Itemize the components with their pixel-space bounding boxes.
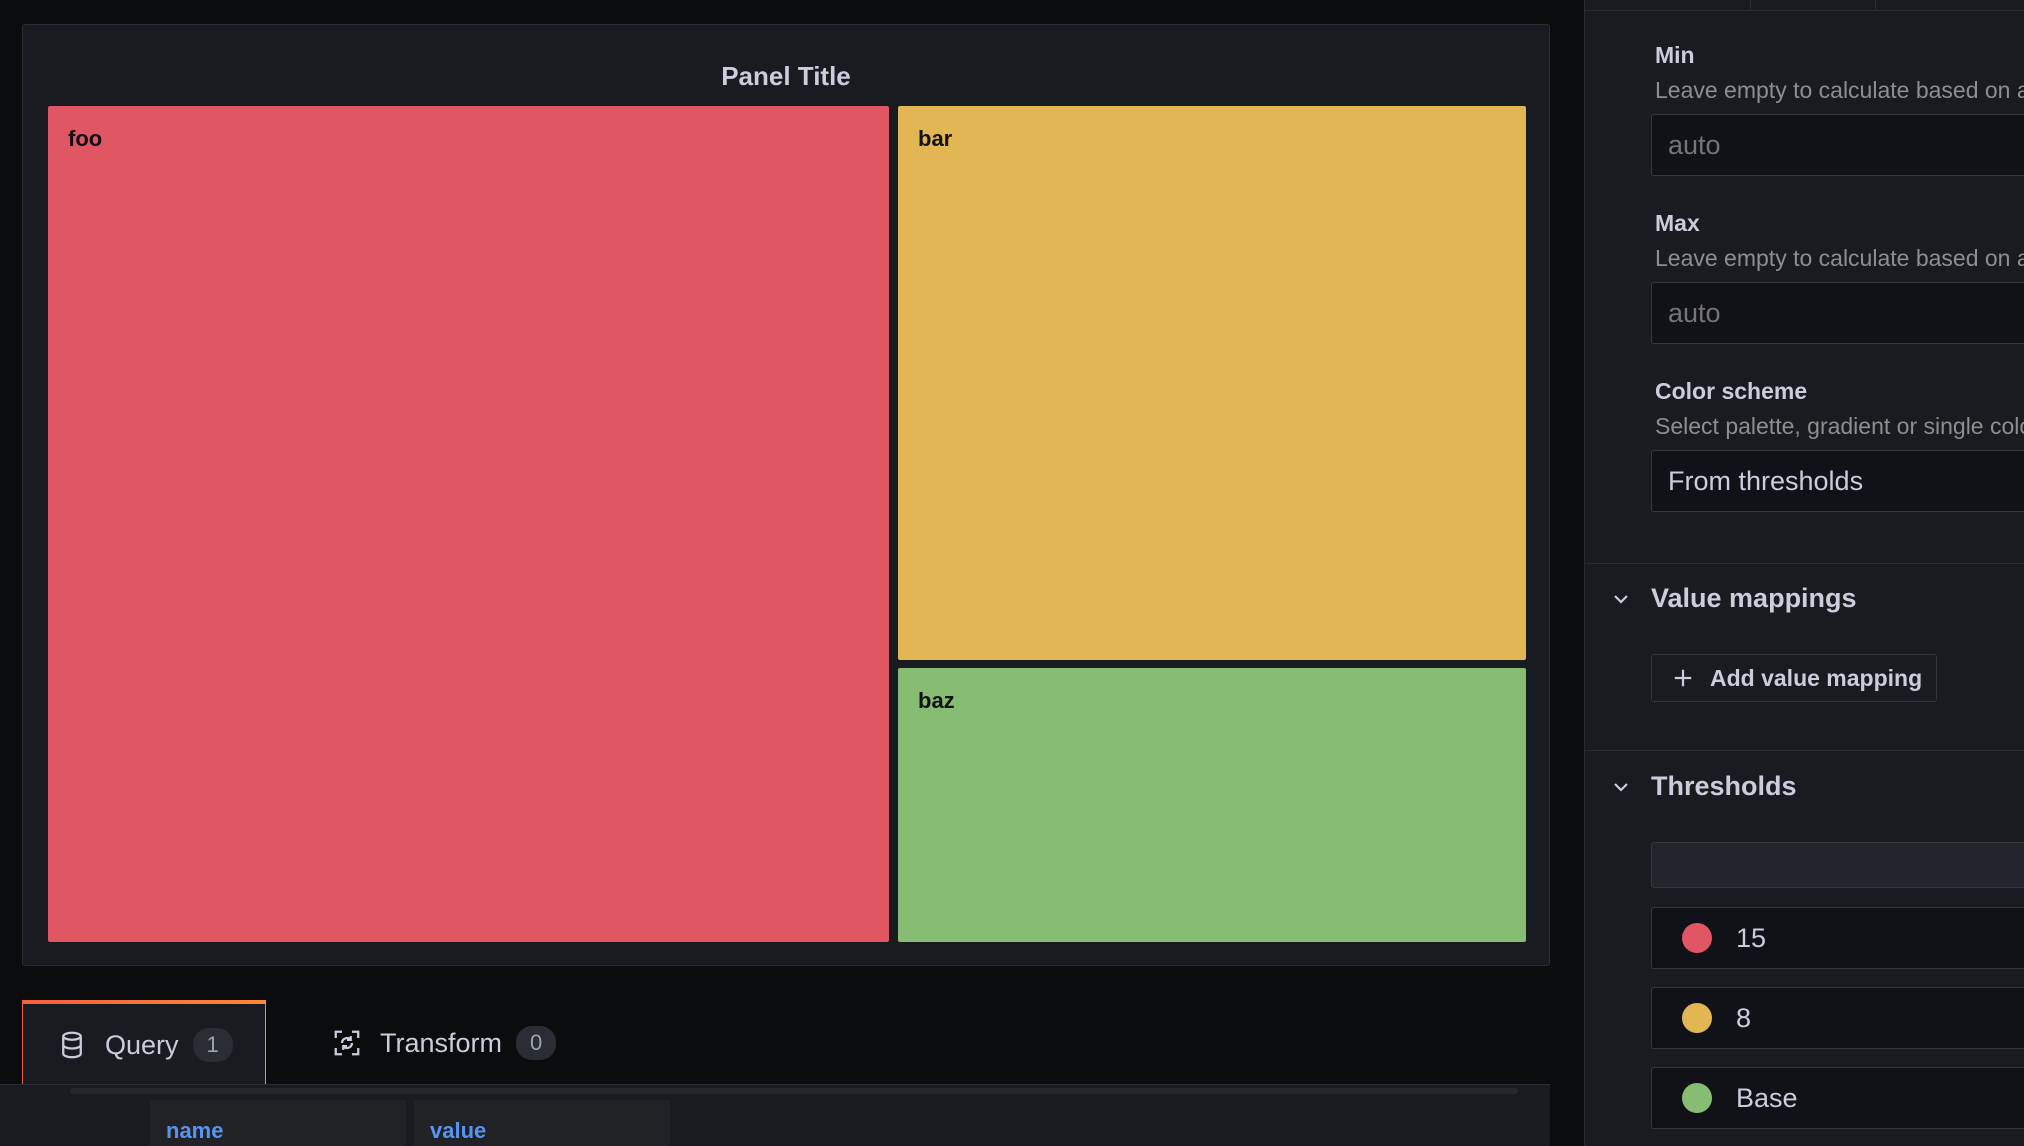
value-mappings-header[interactable]: Value mappings — [1609, 583, 1857, 614]
chevron-down-icon — [1609, 775, 1633, 799]
treemap: foo bar baz — [48, 106, 1526, 942]
table-column-header-name[interactable]: name — [150, 1100, 406, 1146]
options-pane: Min Leave empty to calculate based on al… — [1584, 0, 2024, 1146]
chevron-down-icon — [1609, 587, 1633, 611]
options-pane-header — [1585, 0, 2024, 11]
treemap-tile-foo[interactable]: foo — [48, 106, 889, 942]
treemap-tile-bar[interactable]: bar — [898, 106, 1526, 660]
threshold-value[interactable]: 8 — [1736, 1003, 1751, 1034]
transform-count-badge: 0 — [516, 1026, 557, 1060]
dashboard-editor: Panel Title foo bar baz Query 1 Transfor… — [0, 0, 2024, 1146]
transform-icon — [332, 1028, 362, 1058]
treemap-tile-label: bar — [918, 126, 953, 151]
color-scheme-description: Select palette, gradient or single color — [1655, 413, 2024, 439]
section-divider — [1585, 750, 2024, 751]
value-mappings-title: Value mappings — [1651, 583, 1857, 613]
treemap-tile-label: foo — [68, 126, 103, 151]
plus-icon — [1672, 667, 1694, 689]
min-input[interactable] — [1651, 114, 2024, 176]
color-scheme-select[interactable]: From thresholds — [1651, 450, 2024, 512]
threshold-base-label: Base — [1736, 1082, 1798, 1113]
color-scheme-label: Color scheme — [1655, 378, 1808, 404]
add-threshold-bar[interactable] — [1651, 842, 2024, 888]
max-label: Max — [1655, 210, 1700, 236]
panel-title: Panel Title — [721, 61, 851, 91]
min-description: Leave empty to calculate based on all va… — [1655, 77, 2024, 103]
query-count-badge: 1 — [192, 1028, 233, 1062]
threshold-color-swatch[interactable] — [1682, 923, 1712, 953]
threshold-value[interactable]: 15 — [1736, 923, 1766, 954]
tab-query-label: Query — [105, 1029, 179, 1060]
section-divider — [1585, 563, 2024, 564]
options-pane-active-tab[interactable] — [1750, 0, 1876, 10]
tab-query[interactable]: Query 1 — [22, 1000, 266, 1086]
thresholds-header[interactable]: Thresholds — [1609, 771, 1797, 802]
add-value-mapping-button[interactable]: Add value mapping — [1651, 654, 1937, 702]
database-icon — [57, 1030, 87, 1060]
treemap-tile-label: baz — [918, 688, 955, 713]
add-value-mapping-label: Add value mapping — [1710, 664, 1923, 691]
horizontal-scrollbar[interactable] — [70, 1088, 1518, 1094]
tab-transform-label: Transform — [380, 1027, 503, 1058]
threshold-row[interactable]: 15 — [1651, 907, 2024, 969]
treemap-tile-baz[interactable]: baz — [898, 668, 1526, 942]
max-description: Leave empty to calculate based on all va… — [1655, 245, 2024, 271]
threshold-row[interactable]: Base — [1651, 1067, 2024, 1129]
threshold-color-swatch[interactable] — [1682, 1003, 1712, 1033]
max-input[interactable] — [1651, 282, 2024, 344]
tab-transform[interactable]: Transform 0 — [332, 1000, 612, 1086]
threshold-row[interactable]: 8 — [1651, 987, 2024, 1049]
table-column-header-value[interactable]: value — [414, 1100, 670, 1146]
editor-tabs: Query 1 Transform 0 — [22, 1000, 1550, 1086]
thresholds-title: Thresholds — [1651, 771, 1797, 801]
min-label: Min — [1655, 42, 1695, 68]
threshold-color-swatch[interactable] — [1682, 1083, 1712, 1113]
